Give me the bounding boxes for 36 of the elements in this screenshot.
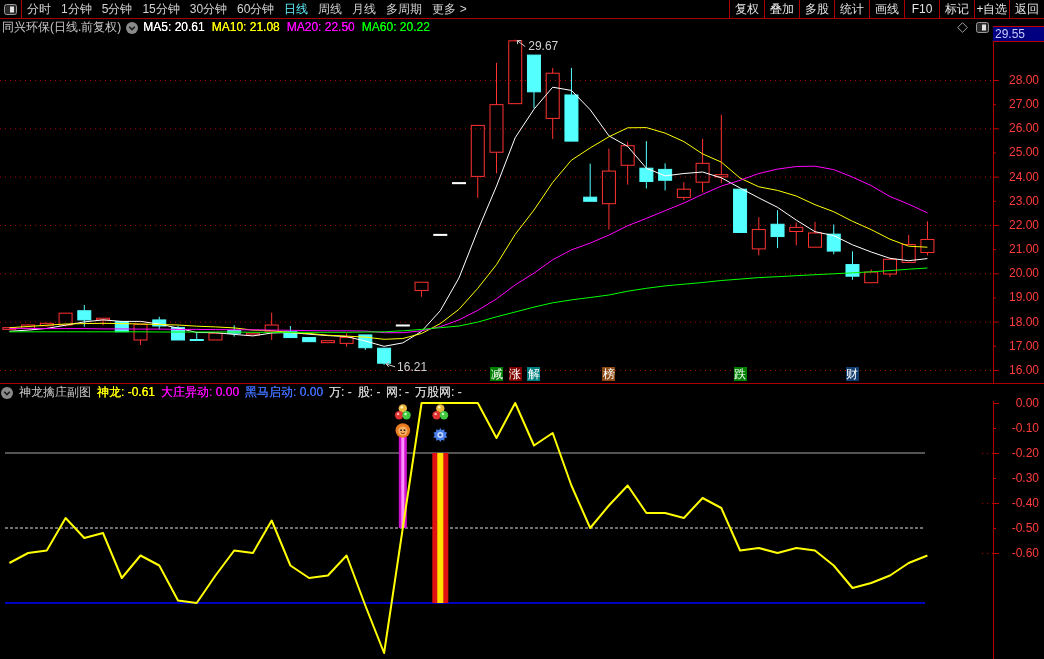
indicator-value: 网: -: [386, 384, 410, 401]
axis-price-label: 29.55: [993, 26, 1044, 42]
axis-label: 17.00: [1008, 338, 1039, 353]
axis-label: -0.40: [1011, 496, 1039, 510]
axis-label: 27.00: [1008, 97, 1039, 112]
price-annotation: 29.67: [528, 38, 559, 53]
axis-label: 26.00: [1008, 121, 1039, 136]
indicator-value: 万: -: [329, 384, 352, 401]
axis-label: 22.00: [1008, 217, 1039, 232]
axis-label: 16.00: [1008, 362, 1039, 377]
axis-label: 28.00: [1008, 72, 1039, 87]
axis-label: -0.10: [1011, 421, 1039, 435]
axis-label: -0.20: [1011, 446, 1039, 460]
axis-label: 24.00: [1008, 169, 1039, 184]
indicator-value: 神龙: -0.61: [97, 384, 156, 401]
ma-value: MA20: 22.50: [286, 19, 355, 36]
axis-label: -0.60: [1011, 546, 1039, 560]
indicator-value: 大庄异动: 0.00: [161, 384, 240, 401]
indicator-value: 股: -: [357, 384, 381, 401]
ma-value: MA10: 21.08: [211, 19, 280, 36]
ma-value: MA60: 20.22: [361, 19, 430, 36]
axis-label: 21.00: [1008, 242, 1039, 257]
indicator-value: 黑马启动: 0.00: [245, 384, 324, 401]
stock-title: 同兴环保(日线.前复权): [2, 19, 122, 36]
axis-label: 19.00: [1008, 290, 1039, 305]
indicator-title: 神龙擒庄副图: [19, 384, 91, 401]
price-annotation: 16.21: [397, 359, 428, 374]
axis-label: 20.00: [1008, 266, 1039, 281]
axis-label: -0.50: [1011, 521, 1039, 535]
axis-label: -0.30: [1011, 471, 1039, 485]
axis-label: 25.00: [1008, 145, 1039, 160]
indicator-value: 万股网: -: [415, 384, 462, 401]
axis-label: 23.00: [1008, 193, 1039, 208]
axis-label: 0.00: [1015, 396, 1039, 410]
axis-label: 18.00: [1008, 314, 1039, 329]
ma-value: MA5: 20.61: [143, 19, 205, 36]
